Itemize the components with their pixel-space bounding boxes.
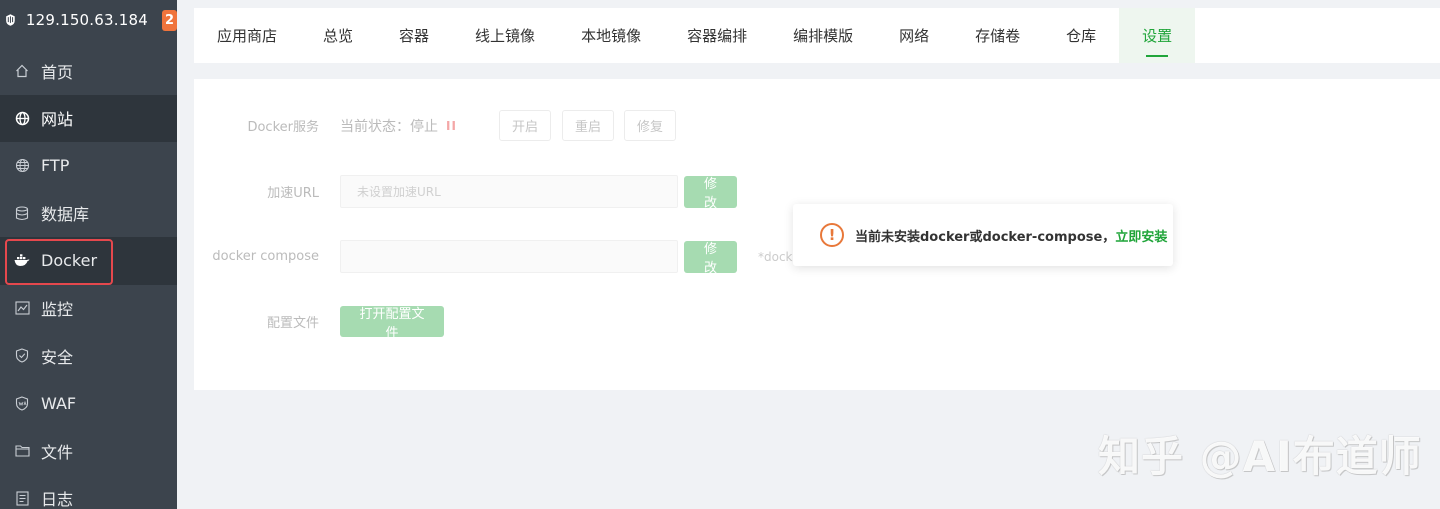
ftp-icon bbox=[14, 158, 30, 174]
shield-icon bbox=[14, 348, 30, 364]
modify-mirror-button[interactable]: 修改 bbox=[684, 175, 737, 211]
tab-settings[interactable]: 设置 bbox=[1119, 8, 1196, 63]
sidebar-item-home[interactable]: 首页 bbox=[0, 47, 177, 95]
mirror-url-row: 加速URL 未设置加速URL 修改 bbox=[194, 175, 737, 211]
sidebar-item-label: 文件 bbox=[41, 442, 74, 462]
install-now-link[interactable]: 立即安装 bbox=[1115, 226, 1167, 245]
home-icon bbox=[14, 63, 30, 79]
mirror-url-label: 加速URL bbox=[267, 186, 319, 201]
tab-registry[interactable]: 仓库 bbox=[1043, 8, 1119, 63]
sidebar-item-website[interactable]: 网站 bbox=[0, 94, 177, 142]
sidebar-item-waf[interactable]: WAF bbox=[0, 380, 177, 428]
notification-badge[interactable]: 2 bbox=[161, 9, 177, 31]
log-icon bbox=[14, 490, 30, 506]
repair-button[interactable]: 修复 bbox=[623, 110, 676, 141]
tab-overview[interactable]: 总览 bbox=[300, 8, 376, 63]
tab-network[interactable]: 网络 bbox=[876, 8, 952, 63]
compose-hint-text: *dock bbox=[758, 249, 793, 264]
sidebar-item-monitor[interactable]: 监控 bbox=[0, 285, 177, 333]
waf-icon bbox=[14, 395, 30, 411]
server-ip: 129.150.63.184 bbox=[25, 11, 148, 29]
start-button[interactable]: 开启 bbox=[498, 110, 551, 141]
tab-compose-templates[interactable]: 编排模版 bbox=[770, 8, 876, 63]
config-file-label: 配置文件 bbox=[266, 316, 319, 331]
docker-status-text: 当前状态：停止 bbox=[340, 118, 438, 135]
tab-online-images[interactable]: 线上镜像 bbox=[452, 8, 558, 63]
docker-tabs: 应用商店 总览 容器 线上镜像 本地镜像 容器编排 编排模版 网络 存储卷 仓库… bbox=[194, 8, 1440, 63]
tab-app-store[interactable]: 应用商店 bbox=[194, 8, 300, 63]
stopped-status-icon: II bbox=[446, 118, 457, 133]
docker-compose-row: docker compose 修改 *dock bbox=[194, 240, 793, 276]
restart-button[interactable]: 重启 bbox=[561, 110, 614, 141]
sidebar: 129.150.63.184 2 首页 网站 FTP 数据库 Docker 监控… bbox=[0, 0, 177, 509]
docker-compose-input[interactable] bbox=[340, 240, 678, 273]
sidebar-item-label: 监控 bbox=[41, 300, 74, 320]
warning-icon: ! bbox=[820, 223, 844, 247]
docker-service-label: Docker服务 bbox=[247, 120, 319, 135]
sidebar-item-ftp[interactable]: FTP bbox=[0, 142, 177, 190]
sidebar-item-label: 日志 bbox=[41, 490, 74, 509]
sidebar-item-files[interactable]: 文件 bbox=[0, 427, 177, 475]
docker-icon bbox=[14, 253, 30, 269]
sidebar-item-database[interactable]: 数据库 bbox=[0, 190, 177, 238]
sidebar-item-label: 数据库 bbox=[41, 205, 90, 225]
config-file-row: 配置文件 打开配置文件 bbox=[194, 306, 444, 341]
tab-volumes[interactable]: 存储卷 bbox=[952, 8, 1043, 63]
modify-compose-button[interactable]: 修改 bbox=[684, 240, 737, 276]
database-icon bbox=[14, 205, 30, 221]
zhihu-watermark: 知乎 @AI布道师 bbox=[1098, 432, 1422, 481]
sidebar-item-label: 安全 bbox=[41, 347, 74, 367]
folder-icon bbox=[14, 443, 30, 459]
sidebar-item-label: Docker bbox=[41, 251, 98, 271]
tab-compose[interactable]: 容器编排 bbox=[664, 8, 770, 63]
sidebar-item-label: 首页 bbox=[41, 62, 74, 82]
sidebar-item-docker[interactable]: Docker bbox=[0, 237, 177, 285]
tab-local-images[interactable]: 本地镜像 bbox=[558, 8, 664, 63]
sidebar-item-label: WAF bbox=[41, 393, 77, 413]
bt-logo-icon bbox=[6, 14, 15, 26]
open-config-button[interactable]: 打开配置文件 bbox=[340, 306, 444, 341]
tab-containers[interactable]: 容器 bbox=[376, 8, 452, 63]
mirror-url-input[interactable]: 未设置加速URL bbox=[340, 175, 678, 208]
toast-message: 当前未安装docker或docker-compose， bbox=[855, 229, 1116, 245]
monitor-icon bbox=[14, 300, 30, 316]
sidebar-item-label: FTP bbox=[41, 156, 70, 176]
docker-service-row: Docker服务 当前状态：停止 II 开启 重启 修复 bbox=[194, 110, 676, 141]
install-warning-toast: ! 当前未安装docker或docker-compose， 立即安装 bbox=[793, 204, 1173, 266]
globe-icon bbox=[14, 110, 30, 126]
sidebar-item-label: 网站 bbox=[41, 110, 74, 130]
sidebar-nav: 首页 网站 FTP 数据库 Docker 监控 安全 WAF 文件 日志 bbox=[0, 47, 177, 509]
sidebar-item-security[interactable]: 安全 bbox=[0, 332, 177, 380]
docker-compose-label: docker compose bbox=[212, 249, 319, 264]
sidebar-item-logs[interactable]: 日志 bbox=[0, 475, 177, 509]
server-header: 129.150.63.184 2 bbox=[0, 0, 177, 40]
